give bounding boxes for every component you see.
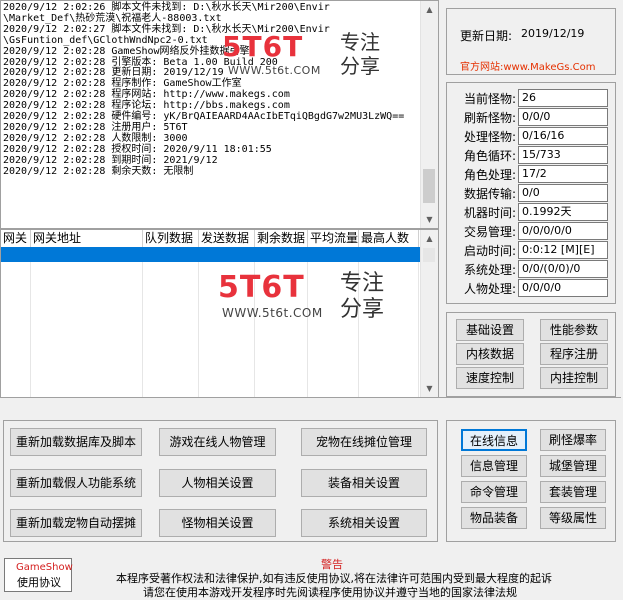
stat-label: 启动时间: (463, 244, 516, 258)
stat-label: 数据传输: (463, 187, 516, 201)
stat-label: 人物处理: (463, 282, 516, 296)
stat-value-field[interactable]: 0/0/0 (518, 108, 608, 126)
performance-params-button[interactable]: 性能参数 (540, 319, 608, 341)
watermark-logo: 5T6T 专注 分享 WWW.5t6t.COM (218, 270, 385, 322)
scroll-thumb[interactable] (423, 248, 435, 262)
monster-settings-button[interactable]: 怪物相关设置 (159, 509, 276, 537)
scroll-thumb[interactable] (423, 169, 435, 203)
stat-label: 机器时间: (463, 206, 516, 220)
col-header[interactable]: 最高人数 (359, 230, 419, 247)
inner-hook-control-button[interactable]: 内挂控制 (540, 367, 608, 389)
system-settings-button[interactable]: 系统相关设置 (301, 509, 427, 537)
speed-control-button[interactable]: 速度控制 (456, 367, 524, 389)
official-site-link[interactable]: 官方网站:www.MakeGs.Com (460, 58, 596, 73)
level-attributes-button[interactable]: 等级属性 (540, 507, 606, 529)
set-manage-button[interactable]: 套装管理 (540, 481, 606, 503)
stat-label: 交易管理: (463, 225, 516, 239)
stat-label: 角色循环: (463, 149, 516, 163)
table-row[interactable] (1, 247, 420, 262)
col-header[interactable]: 网关地址 (31, 230, 143, 247)
character-settings-button[interactable]: 人物相关设置 (159, 469, 276, 497)
log-scrollbar[interactable]: ▲ ▼ (420, 1, 438, 228)
reload-bot-system-button[interactable]: 重新加载假人功能系统 (10, 469, 142, 497)
log-line: 2020/9/12 2:02:28 剩余天数: 无限制 (3, 165, 194, 177)
scroll-up-arrow-icon[interactable]: ▲ (421, 1, 438, 18)
item-equipment-button[interactable]: 物品装备 (461, 507, 527, 529)
watermark-logo: 5T6T 专注 分享 WWW.5t6t.COM (222, 30, 380, 78)
stat-value-field[interactable]: 0/0 (518, 184, 608, 202)
stat-label: 系统处理: (463, 263, 516, 277)
basic-settings-button[interactable]: 基础设置 (456, 319, 524, 341)
program-register-button[interactable]: 程序注册 (540, 343, 608, 365)
pet-stall-manage-button[interactable]: 宠物在线摊位管理 (301, 428, 427, 456)
col-header[interactable]: 网关 (1, 230, 31, 247)
stat-value-field[interactable]: 0/16/16 (518, 127, 608, 145)
col-header[interactable]: 平均流量 (308, 230, 359, 247)
reload-pet-stall-button[interactable]: 重新加载宠物自动摆摊 (10, 509, 142, 537)
reload-db-script-button[interactable]: 重新加载数据库及脚本 (10, 428, 142, 456)
stat-value-field[interactable]: 0:0:12 [M][E] (518, 241, 608, 259)
stat-value-field[interactable]: 0/0/(0/0)/0 (518, 260, 608, 278)
col-header[interactable]: 队列数据 (143, 230, 199, 247)
table-header: 网关 网关地址 队列数据 发送数据 剩余数据 平均流量 最高人数 (1, 230, 419, 248)
stat-value-field[interactable]: 0.1992天 (518, 203, 608, 221)
stat-value-field[interactable]: 26 (518, 89, 608, 107)
castle-manage-button[interactable]: 城堡管理 (540, 455, 606, 477)
col-header[interactable]: 发送数据 (199, 230, 255, 247)
scroll-up-arrow-icon[interactable]: ▲ (421, 230, 438, 247)
stat-value-field[interactable]: 15/733 (518, 146, 608, 164)
warning-text-line2: 请您在使用本游戏开发程序时先阅读程序使用协议并遵守当地的国家法律法规 (143, 586, 517, 599)
scroll-down-arrow-icon[interactable]: ▼ (421, 380, 438, 397)
stat-label: 处理怪物: (463, 130, 516, 144)
online-players-button[interactable]: 游戏在线人物管理 (159, 428, 276, 456)
command-manage-button[interactable]: 命令管理 (461, 481, 527, 503)
usage-agreement-label: 使用协议 (17, 576, 61, 589)
stat-value-field[interactable]: 0/0/0/0/0 (518, 222, 608, 240)
gameshow-label: GameShow (16, 562, 73, 573)
stat-label: 刷新怪物: (463, 111, 516, 125)
stat-value-field[interactable]: 0/0/0/0 (518, 279, 608, 297)
info-manage-button[interactable]: 信息管理 (461, 455, 527, 477)
stat-label: 角色处理: (463, 168, 516, 182)
update-date-value: 2019/12/19 (521, 27, 585, 40)
online-info-button[interactable]: 在线信息 (461, 429, 527, 451)
equipment-settings-button[interactable]: 装备相关设置 (301, 469, 427, 497)
kernel-data-button[interactable]: 内核数据 (456, 343, 524, 365)
scroll-down-arrow-icon[interactable]: ▼ (421, 211, 438, 228)
monster-drop-rate-button[interactable]: 刷怪爆率 (540, 429, 606, 451)
table-scrollbar[interactable]: ▲ ▼ (420, 230, 438, 397)
log-line: 2020/9/12 2:02:28 到期时间: 2021/9/12 (3, 154, 218, 166)
update-date-label: 更新日期: (460, 29, 513, 43)
stat-label: 当前怪物: (463, 92, 516, 106)
col-header[interactable]: 剩余数据 (255, 230, 308, 247)
stat-value-field[interactable]: 17/2 (518, 165, 608, 183)
